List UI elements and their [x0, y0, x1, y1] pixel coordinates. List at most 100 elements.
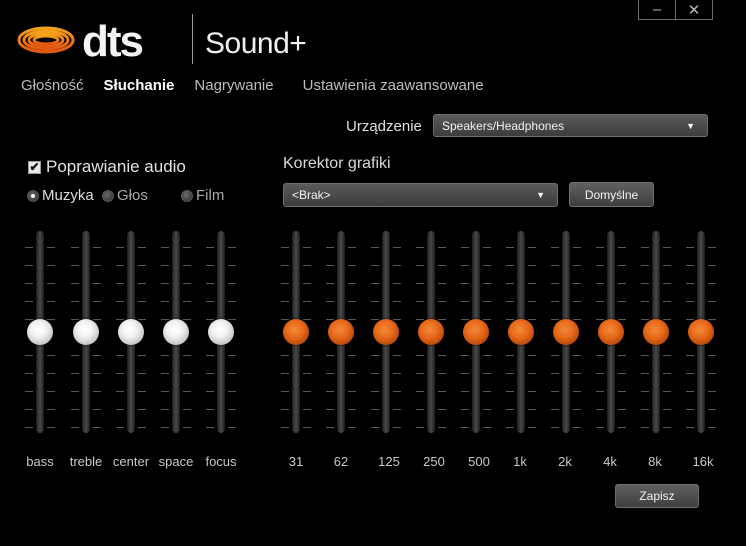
- save-button[interactable]: Zapisz: [615, 484, 699, 508]
- slider-tick: [483, 391, 491, 392]
- slider-tick: [551, 247, 559, 248]
- mode-radio-voice[interactable]: Głos: [102, 187, 148, 204]
- slider-label-focus: focus: [205, 454, 237, 469]
- eq-band-62[interactable]: [326, 229, 356, 435]
- eq-band-8k[interactable]: [641, 229, 671, 435]
- slider-knob[interactable]: [328, 319, 354, 345]
- slider-tick: [47, 247, 55, 248]
- slider-tick: [161, 301, 169, 302]
- slider-focus[interactable]: [206, 229, 236, 435]
- eq-band-250[interactable]: [416, 229, 446, 435]
- slider-tick: [393, 355, 401, 356]
- slider-tick: [551, 373, 559, 374]
- slider-tick: [138, 265, 146, 266]
- slider-tick: [228, 373, 236, 374]
- slider-knob[interactable]: [553, 319, 579, 345]
- slider-knob[interactable]: [463, 319, 489, 345]
- slider-tick: [116, 373, 124, 374]
- slider-tick: [438, 247, 446, 248]
- slider-tick: [708, 373, 716, 374]
- slider-space[interactable]: [161, 229, 191, 435]
- eq-band-2k[interactable]: [551, 229, 581, 435]
- slider-tick: [47, 319, 55, 320]
- slider-tick: [25, 409, 33, 410]
- slider-tick: [206, 391, 214, 392]
- slider-tick: [183, 427, 191, 428]
- slider-knob[interactable]: [418, 319, 444, 345]
- slider-tick: [573, 265, 581, 266]
- eq-band-1k[interactable]: [506, 229, 536, 435]
- slider-tick: [506, 355, 514, 356]
- slider-tick: [206, 301, 214, 302]
- device-dropdown-value: Speakers/Headphones: [442, 118, 565, 133]
- slider-tick: [528, 247, 536, 248]
- slider-tick: [483, 319, 491, 320]
- slider-tick: [326, 427, 334, 428]
- slider-knob[interactable]: [643, 319, 669, 345]
- slider-tick: [281, 283, 289, 284]
- minimize-button[interactable]: –: [639, 0, 675, 19]
- slider-tick: [326, 409, 334, 410]
- slider-tick: [348, 409, 356, 410]
- tab-listening[interactable]: Słuchanie: [104, 77, 175, 94]
- preset-dropdown[interactable]: <Brak> ▼: [283, 183, 558, 207]
- slider-knob[interactable]: [283, 319, 309, 345]
- close-button[interactable]: ✕: [675, 0, 712, 19]
- slider-knob[interactable]: [508, 319, 534, 345]
- slider-tick: [71, 265, 79, 266]
- eq-band-16k[interactable]: [686, 229, 716, 435]
- eq-band-31[interactable]: [281, 229, 311, 435]
- device-dropdown[interactable]: Speakers/Headphones ▼: [433, 114, 708, 137]
- tab-volume[interactable]: Głośność: [21, 77, 84, 94]
- slider-tick: [528, 373, 536, 374]
- eq-band-500[interactable]: [461, 229, 491, 435]
- slider-tick: [371, 301, 379, 302]
- slider-tick: [708, 247, 716, 248]
- slider-tick: [641, 247, 649, 248]
- slider-tick: [25, 427, 33, 428]
- slider-tick: [641, 319, 649, 320]
- mode-voice-label: Głos: [117, 187, 148, 204]
- tab-advanced-settings[interactable]: Ustawienia zaawansowane: [303, 77, 484, 94]
- slider-tick: [25, 373, 33, 374]
- slider-knob[interactable]: [118, 319, 144, 345]
- slider-tick: [641, 265, 649, 266]
- slider-tick: [483, 265, 491, 266]
- slider-tick: [461, 409, 469, 410]
- slider-knob[interactable]: [163, 319, 189, 345]
- eq-label-31: 31: [288, 454, 304, 469]
- slider-tick: [281, 247, 289, 248]
- mode-music-label: Muzyka: [42, 187, 94, 204]
- eq-label-8k: 8k: [648, 454, 662, 469]
- slider-knob[interactable]: [208, 319, 234, 345]
- slider-knob[interactable]: [688, 319, 714, 345]
- slider-tick: [47, 427, 55, 428]
- default-button[interactable]: Domyślne: [569, 182, 654, 207]
- slider-tick: [25, 391, 33, 392]
- slider-knob[interactable]: [373, 319, 399, 345]
- slider-knob[interactable]: [27, 319, 53, 345]
- slider-tick: [618, 409, 626, 410]
- slider-tick: [161, 247, 169, 248]
- audio-enhancement-checkbox[interactable]: ✔: [28, 160, 41, 174]
- slider-tick: [183, 355, 191, 356]
- slider-bass[interactable]: [25, 229, 55, 435]
- slider-tick: [116, 265, 124, 266]
- slider-tick: [161, 355, 169, 356]
- slider-knob[interactable]: [598, 319, 624, 345]
- mode-radio-music[interactable]: Muzyka: [27, 187, 94, 204]
- slider-tick: [686, 283, 694, 284]
- slider-tick: [596, 301, 604, 302]
- eq-band-125[interactable]: [371, 229, 401, 435]
- slider-tick: [686, 265, 694, 266]
- slider-knob[interactable]: [73, 319, 99, 345]
- eq-label-125: 125: [378, 454, 400, 469]
- mode-radio-film[interactable]: Film: [181, 187, 224, 204]
- slider-center[interactable]: [116, 229, 146, 435]
- slider-treble[interactable]: [71, 229, 101, 435]
- eq-band-4k[interactable]: [596, 229, 626, 435]
- slider-label-center: center: [112, 454, 150, 469]
- tab-recording[interactable]: Nagrywanie: [194, 77, 273, 94]
- slider-tick: [483, 247, 491, 248]
- slider-tick: [228, 265, 236, 266]
